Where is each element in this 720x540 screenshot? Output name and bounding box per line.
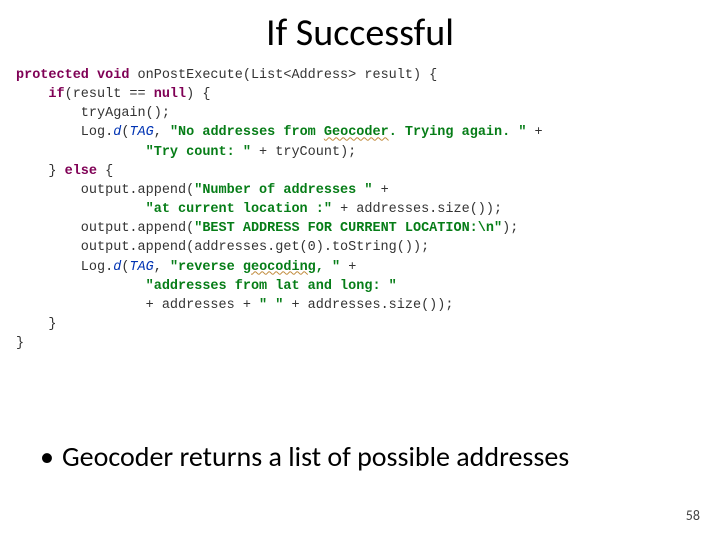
code-token [16,279,146,294]
code-token: "addresses from lat and long: " [146,279,397,294]
code-token: ); [502,221,518,236]
code-token: " [494,221,502,236]
code-token [16,145,146,160]
code-token: } [16,336,24,351]
bullet-dot-icon: • [40,439,62,474]
code-token: } [16,317,57,332]
code-block: protected void onPostExecute(List<Addres… [16,66,704,353]
code-token: null [154,87,186,102]
code-token: { [97,164,113,179]
code-token: \n [478,221,494,236]
code-token: TAG [129,125,153,140]
code-token: "at current location :" [146,202,332,217]
code-token: TAG [129,260,153,275]
code-token: (result == [65,87,154,102]
code-token: + addresses.size()); [283,298,453,313]
code-token: + [526,125,542,140]
slide: If Successful protected void onPostExecu… [0,0,720,540]
code-token: ) { [186,87,210,102]
code-token: " " [259,298,283,313]
code-token: , [154,260,170,275]
code-token: protected void [16,68,129,83]
code-token: + addresses + [16,298,259,313]
code-token: . Trying again. " [389,125,527,140]
code-token: , [154,125,170,140]
code-token: "reverse [170,260,243,275]
code-token: } [16,164,65,179]
code-token: if [48,87,64,102]
code-token: "Number of addresses " [194,183,372,198]
code-token: "BEST ADDRESS FOR CURRENT LOCATION: [194,221,478,236]
code-token: output.append( [16,221,194,236]
bullet-list: •Geocoder returns a list of possible add… [40,439,680,474]
code-token: geocoding [243,260,316,275]
slide-title: If Successful [0,10,720,56]
code-token: output.append(addresses.get(0).toString(… [16,240,429,255]
code-token: + addresses.size()); [332,202,502,217]
code-token: output.append( [16,183,194,198]
code-token: + tryCount); [251,145,356,160]
code-token: Log. [16,260,113,275]
code-token [16,87,48,102]
code-token [16,202,146,217]
code-token: , " [316,260,340,275]
page-number: 58 [686,507,700,524]
code-token: "Try count: " [146,145,251,160]
code-token: Geocoder [324,125,389,140]
code-token: + [340,260,356,275]
code-token: tryAgain(); [16,106,170,121]
code-token: + [372,183,388,198]
code-token: "No addresses from [170,125,324,140]
code-token: else [65,164,97,179]
code-token: onPostExecute(List<Address> result) { [129,68,437,83]
bullet-text: Geocoder returns a list of possible addr… [62,439,569,474]
code-token: Log. [16,125,113,140]
